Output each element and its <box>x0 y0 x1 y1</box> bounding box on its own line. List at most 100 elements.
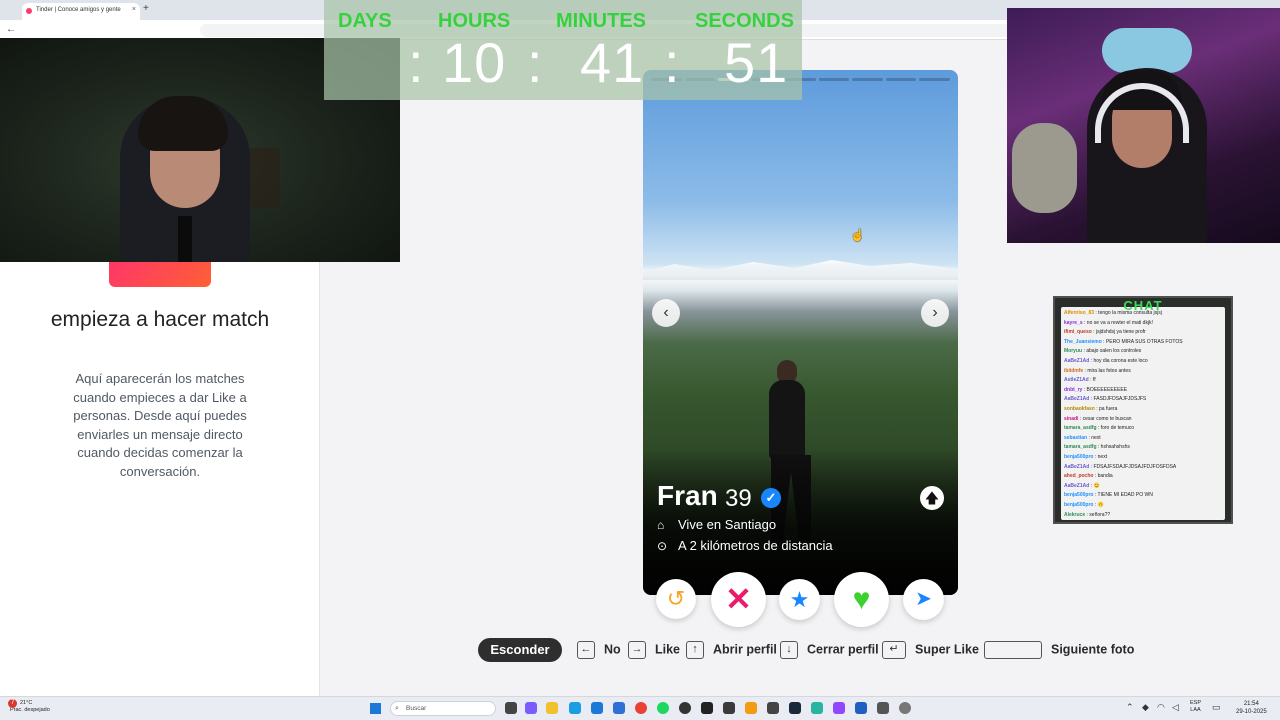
photo-progress-bar <box>919 78 950 81</box>
screen: Tinder | Conoce amigos y gente × + ← emp… <box>0 0 1280 720</box>
chat-message: benja500pro : 🙃 <box>1064 501 1224 511</box>
wifi-icon[interactable]: ◠ <box>1157 702 1165 713</box>
clock[interactable]: 21:54 29-10-2025 <box>1236 700 1267 716</box>
countdown-seconds: 51 <box>724 31 789 94</box>
rewind-button[interactable]: ↺ <box>656 579 696 619</box>
countdown-minutes: 41 <box>580 31 645 94</box>
copilot-icon[interactable] <box>525 702 537 714</box>
language-indicator[interactable]: ESP LAA <box>1190 700 1201 714</box>
taskbar-search[interactable]: ⌕ Buscar <box>390 701 496 716</box>
nope-button[interactable]: ✕ <box>711 572 766 627</box>
windows-start-icon[interactable] <box>370 703 381 714</box>
chat-text: : 🙃 <box>1093 502 1104 508</box>
chat-message: ifimi_queso : jsjdshdsj ya tiene profr <box>1064 328 1224 338</box>
profile-distance-text: A 2 kilómetros de distancia <box>678 538 833 553</box>
chat-text: : no se va a rewter el mati dkjk! <box>1082 319 1153 326</box>
chat-username: ahed_pocho <box>1064 473 1094 480</box>
chat-username: Alekruce <box>1064 511 1086 518</box>
edge-icon[interactable] <box>569 702 581 714</box>
shortcut-close-profile: ↓ Cerrar perfil <box>780 641 879 659</box>
chat-username: ifimi_queso <box>1064 329 1092 336</box>
mouse-cursor-icon: ☝ <box>850 228 865 242</box>
chat-message: AaBeZ1Ad : FASDJFDSAJFJDSJFS <box>1064 395 1224 405</box>
app-icon[interactable] <box>811 702 823 714</box>
chat-username: AstleZ1Ad <box>1064 377 1089 384</box>
shortcut-label: Abrir perfil <box>713 642 777 657</box>
store-icon[interactable] <box>591 702 603 714</box>
next-photo-button[interactable]: › <box>921 299 949 327</box>
previous-photo-button[interactable]: ‹ <box>652 299 680 327</box>
steam-icon[interactable] <box>789 702 801 714</box>
tray-app-icon[interactable]: ◆ <box>1142 702 1149 713</box>
location-pin-icon: ⊙ <box>657 539 668 553</box>
photo-progress-bar <box>885 78 917 81</box>
chat-text: : abajo salen los controles <box>1082 348 1142 355</box>
hide-shortcuts-button[interactable]: Esconder <box>478 638 562 662</box>
like-button[interactable]: ♥ <box>834 572 889 627</box>
chat-title: CHAT <box>1123 298 1163 313</box>
profile-age: 39 <box>725 485 752 512</box>
app-icon[interactable] <box>745 702 757 714</box>
app-icon[interactable] <box>877 702 889 714</box>
chat-message: benja500pro : next <box>1064 453 1224 463</box>
chat-text: : FASDJFDSAJFJDSJFS <box>1089 396 1147 403</box>
chat-message: kayre_s : no se va a rewter el mati dkjk… <box>1064 319 1224 329</box>
countdown-separator: : <box>664 31 680 94</box>
boost-button[interactable]: ➤ <box>903 579 944 620</box>
task-view-icon[interactable] <box>505 702 517 714</box>
chat-message: AaBeZ1Ad : 😊 <box>1064 482 1224 492</box>
chat-text: : hoy dia corona este loco <box>1089 358 1148 364</box>
empty-matches-title: empieza a hacer match <box>50 308 270 331</box>
twitch-icon[interactable] <box>833 702 845 714</box>
new-tab-button[interactable]: + <box>143 3 149 14</box>
chat-message: AaBeZ1Ad : hoy dia corona este loco <box>1064 357 1224 367</box>
app-icon[interactable] <box>767 702 779 714</box>
language-code: ESP <box>1190 700 1202 706</box>
back-arrow-icon[interactable]: ← <box>6 24 16 35</box>
spotify-icon[interactable] <box>657 702 669 714</box>
obs-icon[interactable] <box>679 702 691 714</box>
settings-gear-icon[interactable] <box>899 702 911 714</box>
chat-message: sebastian : next <box>1064 434 1224 444</box>
open-profile-arrow-icon[interactable]: 🡅 <box>920 486 944 510</box>
app-icon[interactable] <box>723 702 735 714</box>
profile-distance: ⊙ A 2 kilómetros de distancia <box>657 538 833 553</box>
profile-location: ⌂ Vive en Santiago <box>657 517 776 532</box>
chat-username: AaBeZ1Ad <box>1064 396 1090 403</box>
chat-text: : ff <box>1088 377 1096 384</box>
tab-close-icon[interactable]: × <box>132 6 136 13</box>
chat-text: : cesar como te buscan <box>1078 415 1132 422</box>
notification-badge: 7 <box>8 699 17 708</box>
chat-username: The_Juansiemo <box>1064 338 1102 345</box>
outlook-icon[interactable] <box>613 702 625 714</box>
chat-text: : foro de temuco <box>1096 425 1135 432</box>
browser-tab[interactable]: Tinder | Conoce amigos y gente × <box>22 3 140 20</box>
chat-text: : TIENE MI EDAD PO WN <box>1093 492 1153 499</box>
weather-widget[interactable]: 7 21°C Prac. despejado <box>8 699 50 714</box>
tray-chevron-icon[interactable]: ⌃ <box>1126 702 1134 713</box>
chat-username: AaBeZ1Ad <box>1064 358 1090 364</box>
chat-username: AaBeZ1Ad <box>1064 482 1090 489</box>
photoshop-icon[interactable] <box>855 702 867 714</box>
volume-icon[interactable]: ◁ <box>1172 702 1179 713</box>
chat-message: tamara_asdfg : foro de temuco <box>1064 424 1224 434</box>
photo-progress-bar <box>818 78 850 81</box>
profile-card[interactable]: ‹ › Fran 39 ✓ 🡅 ⌂ Vive en Santiago ⊙ A 2 k… <box>643 70 958 595</box>
chat-messages: Alfenriso_83 : tengo la misma consulta j… <box>1061 307 1225 520</box>
countdown-timer: DAYS HOURS MINUTES SECONDS : 10 : 41 : 5… <box>324 0 802 100</box>
shortcut-label: Cerrar perfil <box>807 642 879 657</box>
shortcut-label: No <box>604 642 621 657</box>
terminal-icon[interactable] <box>701 702 713 714</box>
network-icon[interactable]: ▭ <box>1212 702 1221 713</box>
super-like-button[interactable]: ★ <box>779 579 820 620</box>
down-arrow-key-icon: ↓ <box>780 641 798 659</box>
shortcut-label: Super Like <box>915 642 979 657</box>
chrome-icon[interactable] <box>635 702 647 714</box>
file-explorer-icon[interactable] <box>546 702 558 714</box>
home-icon: ⌂ <box>657 518 665 532</box>
chat-text: : next <box>1093 454 1108 460</box>
clock-date: 29-10-2025 <box>1236 709 1267 715</box>
chat-username: tamara_asdfg <box>1064 425 1097 432</box>
chat-message: sinadi : cesar como te buscan <box>1064 415 1224 425</box>
up-arrow-key-icon: ↑ <box>686 641 704 659</box>
